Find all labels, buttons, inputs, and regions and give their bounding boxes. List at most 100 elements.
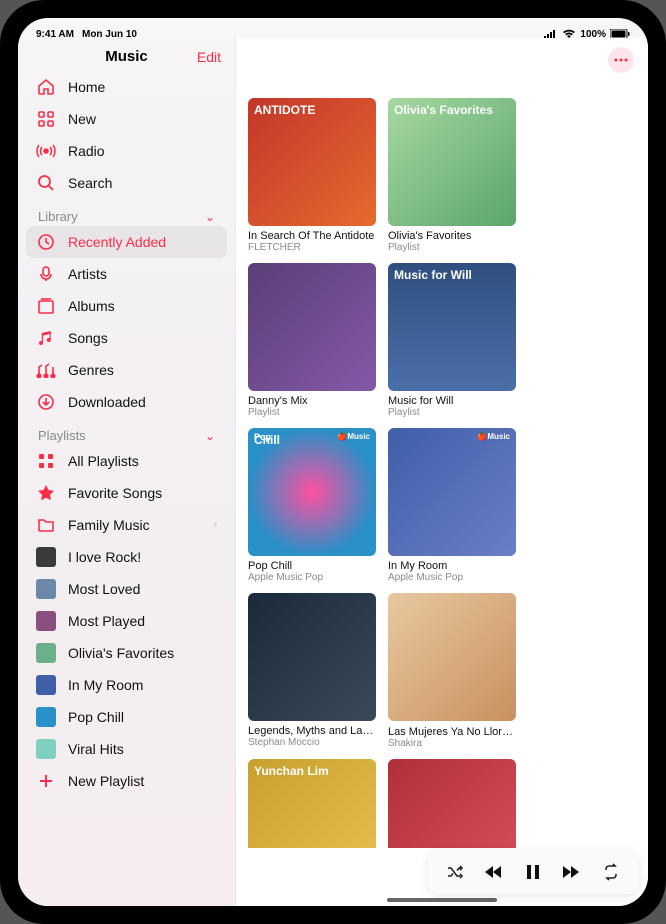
album-card[interactable]: Yunchan Lim bbox=[248, 759, 376, 848]
playlist-thumb bbox=[36, 547, 56, 567]
sidebar-item-label: All Playlists bbox=[68, 453, 139, 469]
section-label: Playlists bbox=[38, 428, 86, 443]
sidebar-item-recently-added[interactable]: Recently Added bbox=[26, 226, 227, 258]
sidebar-item-label: Artists bbox=[68, 266, 107, 282]
album-card[interactable]: Olivia's FavoritesOlivia's FavoritesPlay… bbox=[388, 98, 516, 253]
sidebar-item-all-playlists[interactable]: All Playlists bbox=[26, 445, 227, 477]
home-icon bbox=[36, 77, 56, 97]
album-subtitle: Playlist bbox=[388, 407, 516, 418]
album-art: Music for Will bbox=[388, 263, 516, 391]
album-card[interactable]: Danny's MixPlaylist bbox=[248, 263, 376, 418]
mic-icon bbox=[36, 264, 56, 284]
search-icon bbox=[36, 173, 56, 193]
sidebar-item-label: Songs bbox=[68, 330, 108, 346]
album-card[interactable]: Las Mujeres Ya No Lloran ★Shakira bbox=[388, 593, 516, 749]
sidebar-item-label: Radio bbox=[68, 143, 105, 159]
sidebar-item-label: Search bbox=[68, 175, 112, 191]
sidebar-item-home[interactable]: Home bbox=[26, 71, 227, 103]
sidebar-item-label: I love Rock! bbox=[68, 549, 141, 565]
playlist-thumb bbox=[36, 675, 56, 695]
album-art bbox=[248, 593, 376, 721]
sidebar-item-new[interactable]: New bbox=[26, 103, 227, 135]
album-card[interactable]: ANTIDOTE In Search Of The AntidoteFLETCHE… bbox=[248, 98, 376, 253]
album-icon bbox=[36, 296, 56, 316]
library-section-header[interactable]: Library⌄ bbox=[26, 199, 227, 226]
sidebar-item-label: Home bbox=[68, 79, 105, 95]
apple-music-badge: 🍎Music bbox=[337, 432, 370, 441]
album-title: In My Room bbox=[388, 560, 516, 572]
sidebar-item-label: Favorite Songs bbox=[68, 485, 162, 501]
previous-button[interactable] bbox=[481, 864, 507, 880]
album-art-text: Olivia's Favorites bbox=[394, 104, 510, 117]
sidebar-item-label: In My Room bbox=[68, 677, 143, 693]
sidebar-item-search[interactable]: Search bbox=[26, 167, 227, 199]
sidebar-item-artists[interactable]: Artists bbox=[26, 258, 227, 290]
sidebar-item-i-love-rock[interactable]: I love Rock! bbox=[26, 541, 227, 573]
album-card[interactable]: 🍎Music In My RoomApple Music Pop bbox=[388, 428, 516, 583]
album-subtitle: Shakira bbox=[388, 738, 516, 749]
album-art-text: Yunchan Lim bbox=[254, 765, 370, 778]
section-label: Library bbox=[38, 209, 78, 224]
now-playing-bar[interactable] bbox=[428, 850, 638, 894]
sidebar: Music Edit HomeNewRadioSearchLibrary⌄Rec… bbox=[18, 38, 236, 906]
grid4-icon bbox=[36, 109, 56, 129]
sidebar-item-label: Downloaded bbox=[68, 394, 146, 410]
album-card[interactable]: Legends, Myths and Lave...Stephan Moccio bbox=[248, 593, 376, 749]
allpl-icon bbox=[36, 451, 56, 471]
album-card[interactable]: Music for WillMusic for WillPlaylist bbox=[388, 263, 516, 418]
album-art: ANTIDOTE bbox=[248, 98, 376, 226]
album-art bbox=[388, 593, 516, 721]
chevron-right-icon: › bbox=[213, 519, 217, 531]
sidebar-item-family-music[interactable]: Family Music › bbox=[26, 509, 227, 541]
home-indicator[interactable] bbox=[387, 898, 497, 902]
album-art: Yunchan Lim bbox=[248, 759, 376, 848]
album-card[interactable]: ChillPop🍎MusicPop ChillApple Music Pop bbox=[248, 428, 376, 583]
sidebar-item-most-played[interactable]: Most Played bbox=[26, 605, 227, 637]
pause-button[interactable] bbox=[520, 864, 546, 880]
sidebar-item-albums[interactable]: Albums bbox=[26, 290, 227, 322]
star-icon bbox=[36, 483, 56, 503]
repeat-button[interactable] bbox=[598, 863, 624, 881]
sidebar-item-new-playlist[interactable]: New Playlist bbox=[26, 765, 227, 797]
playlist-thumb bbox=[36, 643, 56, 663]
sidebar-item-label: Family Music bbox=[68, 517, 150, 533]
genres-icon bbox=[36, 360, 56, 380]
album-subtitle: Playlist bbox=[388, 242, 516, 253]
sidebar-item-viral-hits[interactable]: Viral Hits bbox=[26, 733, 227, 765]
album-title: In Search Of The Antidote bbox=[248, 230, 376, 242]
star-icon: ★ bbox=[514, 726, 516, 738]
sidebar-title: Music bbox=[105, 48, 148, 65]
sidebar-item-label: Most Played bbox=[68, 613, 145, 629]
sidebar-item-favorite-songs[interactable]: Favorite Songs bbox=[26, 477, 227, 509]
album-subtitle: Apple Music Pop bbox=[248, 572, 376, 583]
sidebar-item-label: Albums bbox=[68, 298, 115, 314]
shuffle-button[interactable] bbox=[442, 863, 468, 881]
album-title: Pop Chill bbox=[248, 560, 376, 572]
album-art: Olivia's Favorites bbox=[388, 98, 516, 226]
chevron-down-icon: ⌄ bbox=[205, 429, 215, 443]
edit-button[interactable]: Edit bbox=[197, 49, 221, 65]
album-art: 🍎Music bbox=[388, 428, 516, 556]
sidebar-item-radio[interactable]: Radio bbox=[26, 135, 227, 167]
sidebar-item-pop-chill[interactable]: Pop Chill bbox=[26, 701, 227, 733]
album-card[interactable] bbox=[388, 759, 516, 848]
album-subtitle: Apple Music Pop bbox=[388, 572, 516, 583]
sidebar-item-label: Recently Added bbox=[68, 234, 166, 250]
playlist-thumb bbox=[36, 739, 56, 759]
playlists-section-header[interactable]: Playlists ⌄ bbox=[26, 418, 227, 445]
sidebar-item-songs[interactable]: Songs bbox=[26, 322, 227, 354]
sidebar-item-genres[interactable]: Genres bbox=[26, 354, 227, 386]
next-button[interactable] bbox=[559, 864, 585, 880]
album-title: Las Mujeres Ya No Lloran ★ bbox=[388, 725, 516, 738]
more-button[interactable] bbox=[608, 47, 634, 73]
sidebar-item-most-loved[interactable]: Most Loved bbox=[26, 573, 227, 605]
sidebar-item-label: Pop Chill bbox=[68, 709, 124, 725]
album-art bbox=[388, 759, 516, 848]
note-icon bbox=[36, 328, 56, 348]
album-subtitle: FLETCHER bbox=[248, 242, 376, 253]
sidebar-item-olivia-s-favorites[interactable]: Olivia's Favorites bbox=[26, 637, 227, 669]
sidebar-item-downloaded[interactable]: Downloaded bbox=[26, 386, 227, 418]
apple-music-badge: 🍎Music bbox=[477, 432, 510, 441]
content-area: THIS IS ME NOWANTIDOTEIn Search Of The A… bbox=[236, 38, 648, 906]
sidebar-item-in-my-room[interactable]: In My Room bbox=[26, 669, 227, 701]
